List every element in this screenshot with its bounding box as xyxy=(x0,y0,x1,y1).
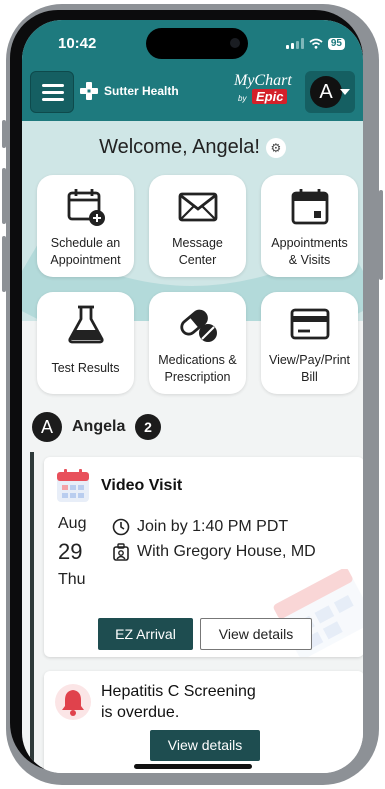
pill-icon xyxy=(180,309,217,342)
tile-schedule-appointment[interactable]: Schedule an Appointment xyxy=(37,175,134,277)
account-switcher-button[interactable]: A xyxy=(305,71,355,113)
visit-month: Aug xyxy=(58,515,87,532)
mychart-logo: MyChart by Epic xyxy=(230,72,296,112)
status-time: 10:42 xyxy=(58,35,97,52)
tile-message-center[interactable]: Message Center xyxy=(149,175,246,277)
camera-dot xyxy=(230,38,240,48)
join-time-text: Join by 1:40 PM PDT xyxy=(137,518,289,535)
tile-label: Schedule an Appointment xyxy=(50,236,121,267)
tile-label: Message Center xyxy=(172,236,223,267)
welcome-banner: Welcome, Angela! ⚙ xyxy=(22,136,363,159)
calendar-icon xyxy=(291,189,329,225)
tile-label: Medications & Prescription xyxy=(158,353,237,384)
power-button xyxy=(379,190,383,280)
tile-medications[interactable]: Medications & Prescription xyxy=(149,292,246,394)
patient-name: Angela xyxy=(72,418,126,435)
wifi-icon xyxy=(309,38,323,49)
battery-indicator: 95 xyxy=(327,37,345,50)
hamburger-icon xyxy=(42,84,64,87)
flask-icon xyxy=(68,305,104,344)
video-visit-calendar-icon xyxy=(57,469,89,502)
patient-avatar: A xyxy=(32,412,62,442)
tile-appointments-visits[interactable]: Appointments & Visits xyxy=(261,175,358,277)
gear-icon[interactable]: ⚙ xyxy=(265,137,286,158)
credit-card-icon xyxy=(290,308,330,340)
reminder-line2: is overdue. xyxy=(101,704,180,721)
notification-count-badge: 2 xyxy=(135,414,161,440)
reminder-line1: Hepatitis C Screening xyxy=(101,683,256,700)
provider-text: With Gregory House, MD xyxy=(137,543,316,560)
signal-icon xyxy=(285,38,304,49)
tile-billing[interactable]: View/Pay/Print Bill xyxy=(261,292,358,394)
status-icons: 95 xyxy=(285,37,345,50)
side-button xyxy=(2,120,6,148)
view-details-button[interactable]: View details xyxy=(200,618,312,650)
tile-label: Appointments & Visits xyxy=(271,236,348,267)
tile-label: View/Pay/Print Bill xyxy=(268,353,351,384)
calendar-plus-icon xyxy=(67,189,105,226)
visit-weekday: Thu xyxy=(58,571,86,588)
app-screen: 10:42 95 Sutter Health MyChart by Epic A… xyxy=(22,20,363,773)
account-avatar: A xyxy=(310,76,342,108)
visit-title: Video Visit xyxy=(101,477,183,494)
welcome-text: Welcome, Angela! xyxy=(99,136,260,158)
provider-row: With Gregory House, MD xyxy=(112,543,316,561)
mychart-by: by xyxy=(238,94,247,103)
provider-badge-icon xyxy=(113,543,129,561)
tile-test-results[interactable]: Test Results xyxy=(37,292,134,394)
chevron-down-icon xyxy=(340,89,350,95)
app-header: 10:42 95 Sutter Health MyChart by Epic A xyxy=(22,20,363,121)
tile-label: Test Results xyxy=(51,361,120,375)
reminder-view-details-button[interactable]: View details xyxy=(150,730,260,761)
sutter-health-logo: Sutter Health xyxy=(80,82,179,100)
timeline-bar xyxy=(30,452,34,773)
clock-icon xyxy=(112,518,130,536)
brand-name: Sutter Health xyxy=(104,84,179,98)
volume-up-button xyxy=(2,168,6,224)
video-visit-card: Video Visit Aug 29 Thu Join by 1:40 PM P… xyxy=(44,457,363,657)
reminder-card: Hepatitis C Screening is overdue. View d… xyxy=(44,671,363,773)
ez-arrival-button[interactable]: EZ Arrival xyxy=(98,618,193,650)
reminder-text: Hepatitis C Screening is overdue. xyxy=(101,681,256,723)
join-time-row: Join by 1:40 PM PDT xyxy=(112,518,288,536)
volume-down-button xyxy=(2,236,6,292)
envelope-icon xyxy=(178,192,218,222)
visit-day: 29 xyxy=(58,539,83,564)
sutter-logo-icon xyxy=(80,82,98,100)
bell-icon xyxy=(55,684,91,720)
home-indicator xyxy=(134,764,252,769)
mychart-wordmark: MyChart xyxy=(234,72,292,89)
dynamic-island xyxy=(146,28,248,59)
menu-button[interactable] xyxy=(30,71,74,113)
epic-wordmark: Epic xyxy=(252,89,288,104)
